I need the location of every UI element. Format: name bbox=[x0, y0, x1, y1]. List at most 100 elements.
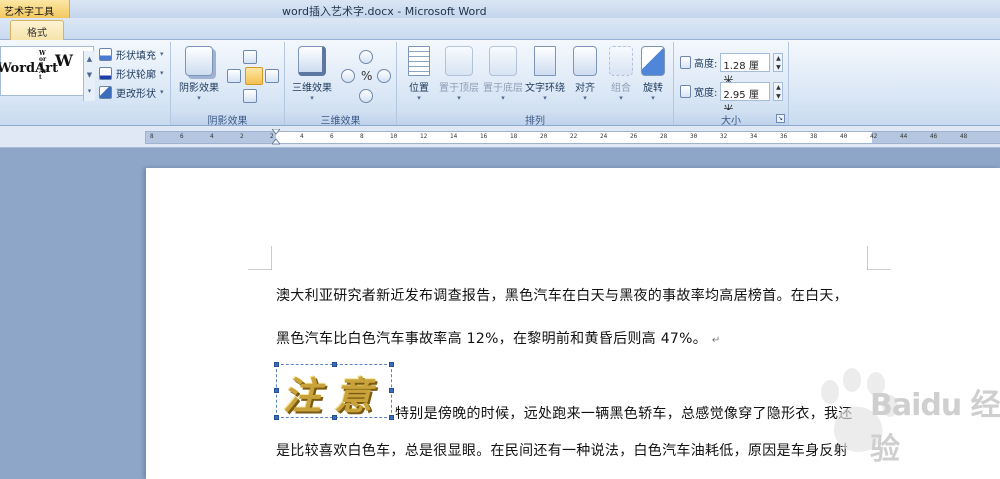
nudge-shadow-down-icon[interactable] bbox=[243, 89, 257, 103]
tilt-right-icon[interactable] bbox=[377, 69, 391, 83]
resize-handle-w[interactable] bbox=[274, 388, 279, 393]
wordart-object[interactable]: 注 意 bbox=[274, 362, 394, 420]
height-spinner[interactable]: ▲ ▼ bbox=[773, 52, 784, 72]
ruler-tick-label: 20 bbox=[540, 133, 548, 140]
resize-handle-e[interactable] bbox=[389, 388, 394, 393]
shadow-effects-group: 阴影效果 ▾ 阴影效果 bbox=[171, 42, 285, 127]
paragraph-mark: ↵ bbox=[711, 335, 721, 346]
gallery-up-icon[interactable]: ▲ bbox=[84, 51, 95, 67]
ruler-tick-label: 18 bbox=[510, 133, 518, 140]
ruler-tick-label: 10 bbox=[390, 133, 398, 140]
resize-handle-n[interactable] bbox=[332, 362, 337, 367]
align-button[interactable]: 对齐 ▾ bbox=[565, 46, 605, 102]
chevron-down-icon: ▾ bbox=[160, 88, 164, 96]
align-label: 对齐 bbox=[575, 83, 595, 94]
three-d-effects-button[interactable]: 三维效果 ▾ bbox=[289, 46, 335, 102]
three-d-toggle-icon[interactable]: % bbox=[361, 69, 372, 83]
text-wrapping-button[interactable]: 文字环绕 ▾ bbox=[525, 46, 565, 102]
ruler-tick-label: 46 bbox=[930, 133, 938, 140]
paragraph-line-2[interactable]: 黑色汽车比白色汽车事故率高 12%，在黎明前和黄昏后则高 47%。 ↵ bbox=[276, 328, 721, 348]
paragraph-line-3[interactable]: 特别是傍晚的时候，远处跑来一辆黑色轿车，总感觉像穿了隐形衣，我还 bbox=[395, 403, 853, 423]
chevron-down-icon: ▾ bbox=[457, 94, 461, 102]
ruler-tick-label: 2 bbox=[270, 133, 274, 140]
position-label: 位置 bbox=[409, 83, 429, 94]
paragraph-line-1[interactable]: 澳大利亚研究者新近发布调查报告，黑色汽车在白天与黑夜的事故率均高居榜首。在白天， bbox=[276, 285, 848, 305]
width-spinner[interactable]: ▲ ▼ bbox=[773, 81, 784, 101]
three-d-effects-label: 三维效果 bbox=[292, 83, 332, 94]
shadow-toggle-icon[interactable] bbox=[245, 67, 263, 85]
wordart-tools-context-label: 艺术字工具 bbox=[0, 0, 70, 18]
tab-format[interactable]: 格式 bbox=[10, 20, 64, 41]
nudge-shadow-up-icon[interactable] bbox=[243, 50, 257, 64]
page-position-icon bbox=[408, 46, 430, 76]
tilt-left-icon[interactable] bbox=[341, 69, 355, 83]
top-right-margin-corner bbox=[867, 246, 891, 270]
gallery-scrollbar[interactable]: ▲ ▼ ▾ bbox=[83, 51, 95, 101]
height-icon bbox=[680, 55, 691, 69]
chevron-down-icon: ▾ bbox=[417, 94, 421, 102]
resize-handle-s[interactable] bbox=[332, 415, 337, 420]
ruler-tick-label: 22 bbox=[570, 133, 578, 140]
wordart-gallery-item-3[interactable]: W bbox=[55, 51, 73, 70]
rotate-button[interactable]: 旋转 ▾ bbox=[637, 46, 669, 102]
ruler-tick-label: 4 bbox=[210, 133, 214, 140]
ruler-tick-label: 28 bbox=[660, 133, 668, 140]
shadow-effects-label: 阴影效果 bbox=[179, 83, 219, 94]
ribbon-tab-strip: 格式 bbox=[0, 18, 1000, 41]
align-icon bbox=[573, 46, 597, 76]
tilt-down-icon[interactable] bbox=[359, 89, 373, 103]
shape-outline-button[interactable]: 形状轮廓 ▾ bbox=[99, 65, 164, 81]
resize-handle-se[interactable] bbox=[389, 415, 394, 420]
ruler-tick-label: 24 bbox=[600, 133, 608, 140]
width-field[interactable]: 2.95 厘米 bbox=[720, 81, 771, 116]
ruler-tick-label: 32 bbox=[720, 133, 728, 140]
ruler-tick-label: 36 bbox=[780, 133, 788, 140]
position-button[interactable]: 位置 ▾ bbox=[401, 46, 437, 102]
ruler-tick-label: 2 bbox=[240, 133, 244, 140]
size-dialog-launcher-icon[interactable]: ↘ bbox=[776, 114, 785, 123]
ruler-tick-label: 6 bbox=[330, 133, 334, 140]
nudge-shadow-left-icon[interactable] bbox=[227, 69, 241, 83]
paragraph-line-4[interactable]: 是比较喜欢白色车，总是很显眼。在民间还有一种说法，白色汽车油耗低，原因是车身反射 bbox=[276, 440, 848, 460]
three-d-effects-group-label: 三维效果 bbox=[285, 110, 396, 127]
paragraph-line-2-text: 黑色汽车比白色汽车事故率高 12%，在黎明前和黄昏后则高 47%。 bbox=[276, 331, 708, 347]
ruler-tick-label: 14 bbox=[450, 133, 458, 140]
tilt-up-icon[interactable] bbox=[359, 50, 373, 64]
resize-handle-nw[interactable] bbox=[274, 362, 279, 367]
wordart-gallery-item-1[interactable]: WordArt bbox=[0, 61, 58, 76]
shape-fill-button[interactable]: 形状填充 ▾ bbox=[99, 46, 164, 62]
send-back-icon bbox=[489, 46, 517, 76]
bring-to-front-button[interactable]: 置于顶层 ▾ bbox=[437, 46, 481, 102]
send-to-back-button[interactable]: 置于底层 ▾ bbox=[481, 46, 525, 102]
wordart-styles-group: WordArt WordArt W ▲ ▼ ▾ 形状填充 ▾ 形状轮廓 ▾ 更改… bbox=[0, 42, 171, 125]
resize-handle-ne[interactable] bbox=[389, 362, 394, 367]
send-to-back-label: 置于底层 bbox=[483, 83, 523, 94]
change-shape-label: 更改形状 bbox=[116, 88, 156, 100]
width-icon bbox=[680, 84, 691, 98]
width-row: 宽度: 2.95 厘米 ▲▼ bbox=[680, 81, 784, 116]
wordart-style-gallery[interactable]: WordArt WordArt W ▲ ▼ ▾ bbox=[0, 46, 95, 101]
rotate-label: 旋转 bbox=[643, 83, 663, 94]
rotate-icon bbox=[641, 46, 665, 76]
window-title: word插入艺术字.docx - Microsoft Word bbox=[282, 5, 487, 18]
group-button[interactable]: 组合 ▾ bbox=[605, 46, 637, 102]
gallery-more-icon[interactable]: ▾ bbox=[84, 83, 95, 99]
horizontal-ruler[interactable]: 8 6 4 2 2 4 6 8 10 12 14 16 18 20 22 24 26 28 30 32 34 36 38 40… bbox=[145, 129, 1000, 145]
ruler-tick-label: 42 bbox=[870, 133, 878, 140]
gallery-down-icon[interactable]: ▼ bbox=[84, 67, 95, 83]
pen-outline-icon bbox=[99, 66, 112, 80]
chevron-down-icon: ▾ bbox=[160, 69, 164, 77]
chevron-down-icon: ▾ bbox=[583, 94, 587, 102]
change-shape-button[interactable]: 更改形状 ▾ bbox=[99, 84, 164, 100]
size-group-label: 大小 bbox=[674, 110, 788, 127]
ruler-tick-label: 8 bbox=[150, 133, 154, 140]
chevron-down-icon: ▾ bbox=[619, 94, 623, 102]
nudge-shadow-right-icon[interactable] bbox=[265, 69, 279, 83]
shadow-effects-button[interactable]: 阴影效果 ▾ bbox=[175, 46, 223, 102]
wordart-gallery-item-2[interactable]: WordArt bbox=[39, 51, 47, 81]
chevron-down-icon: ▾ bbox=[501, 94, 505, 102]
ribbon: WordArt WordArt W ▲ ▼ ▾ 形状填充 ▾ 形状轮廓 ▾ 更改… bbox=[0, 40, 1000, 127]
three-d-effects-group: 三维效果 ▾ % 三维效果 bbox=[285, 42, 397, 127]
resize-handle-sw[interactable] bbox=[274, 415, 279, 420]
height-field[interactable]: 1.28 厘米 bbox=[720, 52, 771, 87]
